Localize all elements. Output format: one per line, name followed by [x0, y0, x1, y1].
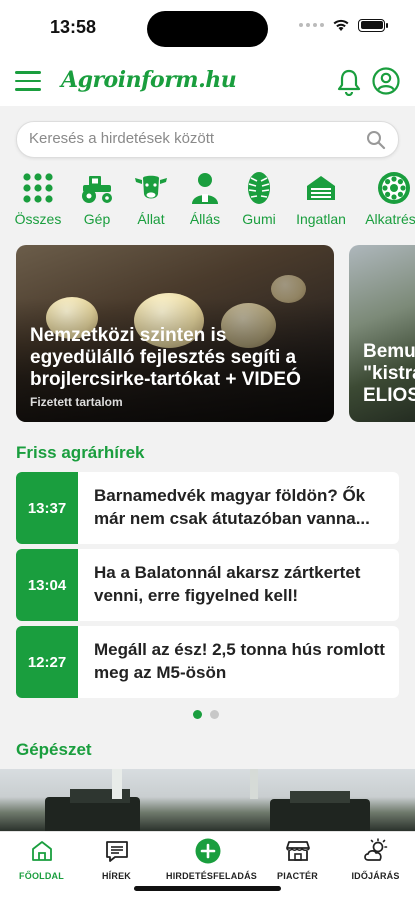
- app-header: Agroinform.hu: [0, 58, 415, 106]
- tab-home[interactable]: FŐOLDAL: [0, 838, 83, 881]
- tab-label: HIRDETÉSFELADÁS: [166, 871, 258, 881]
- grid-icon: [23, 173, 53, 203]
- category-tire[interactable]: Gumi: [230, 170, 288, 227]
- news-title: Megáll az ész! 2,5 tonna hús romlott meg…: [94, 640, 385, 682]
- plus-circle-icon: [195, 838, 220, 864]
- home-indicator: [134, 886, 281, 891]
- gear-part-icon: [378, 172, 410, 204]
- category-label: Ingatlan: [296, 211, 346, 227]
- cellular-signal-icon: [299, 23, 324, 27]
- carousel-pager: [193, 710, 219, 719]
- search-icon[interactable]: [366, 130, 386, 150]
- category-label: Összes: [14, 211, 62, 227]
- category-machine[interactable]: Gép: [68, 170, 126, 227]
- news-item[interactable]: 13:37 Barnamedvék magyar földön? Ők már …: [16, 472, 399, 544]
- news-time: 13:37: [16, 472, 78, 544]
- profile-icon[interactable]: [372, 67, 400, 95]
- tab-label: IDŐJÁRÁS: [351, 871, 400, 881]
- section-title-fresh-news: Friss agrárhírek: [16, 443, 145, 462]
- dynamic-island: [147, 11, 268, 47]
- tab-label: HÍREK: [101, 871, 131, 881]
- machinery-image[interactable]: [0, 769, 415, 831]
- tab-marketplace[interactable]: PIACTÉR: [256, 838, 339, 881]
- app-logo[interactable]: Agroinform.hu: [61, 67, 237, 93]
- barn-icon: [307, 176, 335, 200]
- category-jobs[interactable]: Állás: [176, 170, 234, 227]
- weather-icon: [363, 838, 387, 861]
- news-icon: [105, 841, 128, 862]
- status-bar: 13:58: [0, 0, 415, 58]
- featured-card[interactable]: Nemzetközi szinten is egyedülálló fejles…: [16, 245, 334, 422]
- menu-icon[interactable]: [15, 71, 41, 91]
- featured-card[interactable]: Bemu "kistra ELIOS: [349, 245, 415, 422]
- search-bar: [16, 121, 399, 158]
- tab-post-ad[interactable]: HIRDETÉSFELADÁS: [166, 838, 258, 881]
- pager-dot[interactable]: [210, 710, 219, 719]
- news-item[interactable]: 13:04 Ha a Balatonnál akarsz zártkertet …: [16, 549, 399, 621]
- featured-title: Bemu "kistra ELIOS: [363, 341, 415, 406]
- search-input[interactable]: [29, 130, 349, 147]
- news-title: Ha a Balatonnál akarsz zártkertet venni,…: [94, 563, 361, 605]
- status-indicators: [299, 18, 388, 32]
- battery-icon: [358, 18, 388, 32]
- person-icon: [192, 173, 218, 204]
- notification-bell-icon[interactable]: [336, 68, 362, 96]
- news-time: 12:27: [16, 626, 78, 698]
- status-time: 13:58: [50, 17, 97, 37]
- paid-content-label: Fizetett tartalom: [30, 395, 123, 409]
- tractor-icon: [82, 176, 112, 203]
- featured-title: Nemzetközi szinten is egyedülálló fejles…: [30, 325, 301, 390]
- news-title: Barnamedvék magyar földön? Ők már nem cs…: [94, 486, 370, 528]
- category-all[interactable]: Összes: [9, 170, 67, 227]
- news-item[interactable]: 12:27 Megáll az ész! 2,5 tonna hús romlo…: [16, 626, 399, 698]
- tab-weather[interactable]: IDŐJÁRÁS: [334, 838, 415, 881]
- category-parts[interactable]: Alkatrész: [365, 170, 415, 227]
- tab-label: PIACTÉR: [277, 871, 318, 881]
- category-label: Állás: [189, 211, 221, 227]
- tab-label: FŐOLDAL: [19, 871, 64, 881]
- home-icon: [31, 841, 52, 861]
- news-time: 13:04: [16, 549, 78, 621]
- store-icon: [285, 841, 310, 861]
- category-strip: Összes Gép Állat Állás Gumi Ingatlan Alk…: [0, 170, 415, 234]
- category-animal[interactable]: Állat: [122, 170, 180, 227]
- section-title-machinery: Gépészet: [16, 740, 92, 759]
- category-label: Állat: [137, 211, 165, 227]
- tab-news[interactable]: HÍREK: [75, 838, 158, 881]
- category-label: Gép: [83, 211, 111, 227]
- category-label: Gumi: [242, 211, 276, 227]
- tire-icon: [248, 172, 270, 204]
- category-label: Alkatrész: [365, 211, 415, 227]
- category-real-estate[interactable]: Ingatlan: [292, 170, 350, 227]
- cow-icon: [135, 175, 167, 199]
- wifi-icon: [333, 19, 349, 31]
- pager-dot[interactable]: [193, 710, 202, 719]
